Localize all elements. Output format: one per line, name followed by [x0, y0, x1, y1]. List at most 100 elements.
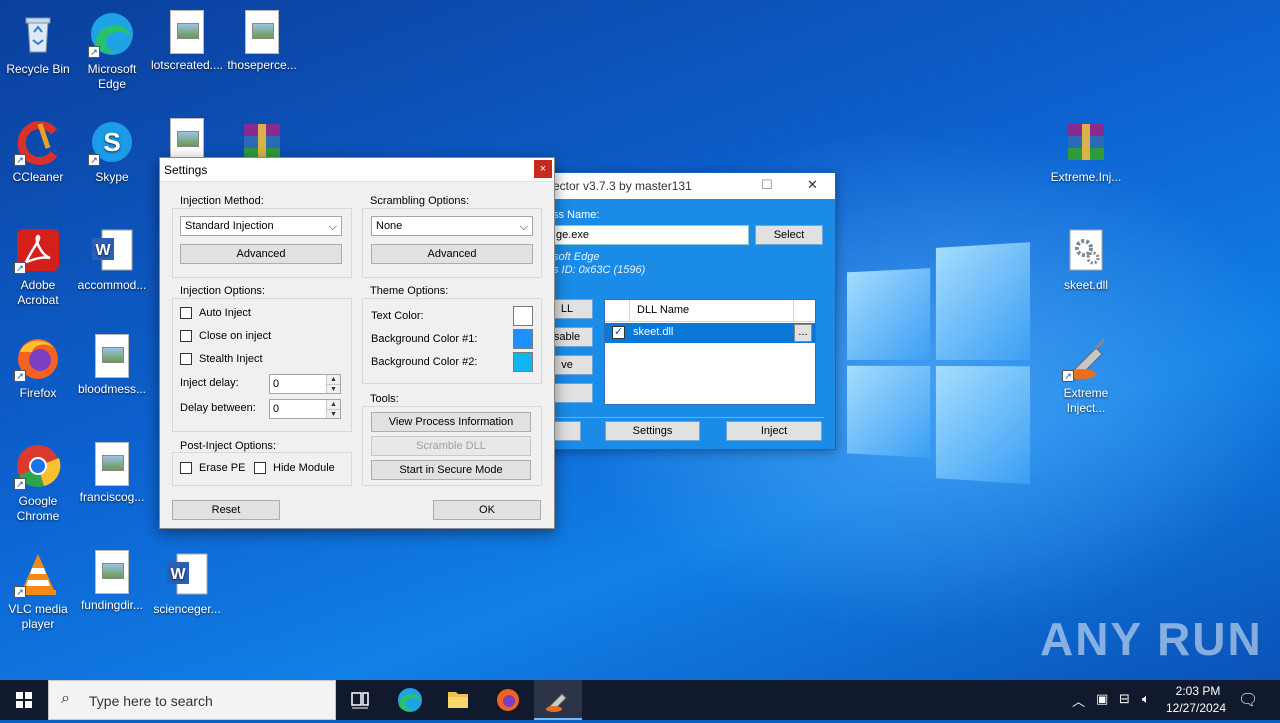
injector-titlebar[interactable]: ector v3.7.3 by master131 ☐ ✕ [541, 173, 835, 199]
injection-method-label: Injection Method: [178, 195, 266, 207]
desktop-icon-file[interactable]: lotscreated.... [149, 6, 225, 73]
task-view-icon [351, 692, 369, 709]
word-doc-icon: W [88, 226, 136, 274]
theme-options-label: Theme Options: [368, 285, 451, 297]
taskbar-extreme-injector[interactable] [534, 680, 582, 720]
ccleaner-icon: ↗ [14, 118, 62, 166]
text-color-swatch[interactable] [513, 306, 533, 326]
chrome-icon: ↗ [14, 442, 62, 490]
search-placeholder: Type here to search [89, 693, 213, 709]
desktop-icon-ccleaner[interactable]: ↗ CCleaner [0, 114, 76, 185]
dll-list[interactable]: DLL Name ✓ skeet.dll ... [604, 299, 816, 405]
inject-button[interactable]: Inject [726, 421, 822, 441]
maximize-icon[interactable]: ☐ [761, 177, 773, 193]
desktop-icon-skype[interactable]: S ↗ Skype [74, 114, 150, 185]
image-file-icon [170, 118, 204, 162]
desktop-icon-firefox[interactable]: ↗ Firefox [0, 330, 76, 401]
taskbar-firefox[interactable] [484, 680, 532, 720]
process-info-name: soft Edge [553, 251, 600, 263]
settings-titlebar[interactable]: Settings × [160, 158, 554, 182]
dll-list-row[interactable]: ✓ skeet.dll ... [605, 323, 815, 343]
stepper-up-icon[interactable]: ▲ [326, 400, 340, 409]
anyrun-watermark: ANY RUN [1040, 613, 1263, 665]
stepper-up-icon[interactable]: ▲ [326, 375, 340, 384]
desktop-icon-vlc[interactable]: ↗ VLC media player [0, 546, 76, 632]
injector-window[interactable]: ector v3.7.3 by master131 ☐ ✕ ss Name: g… [540, 172, 836, 450]
post-inject-label: Post-Inject Options: [178, 440, 278, 452]
ok-button[interactable]: OK [433, 500, 541, 520]
background-color-2-label: Background Color #2: [371, 356, 478, 368]
taskbar: ⌕ Type here to search ︿ ▣ ⊟ 🔈︎ 2:03 PM 1… [0, 680, 1280, 720]
word-doc-icon: W [163, 550, 211, 598]
clock-time[interactable]: 2:03 PM [1170, 684, 1226, 698]
taskbar-edge[interactable] [386, 680, 434, 720]
close-icon[interactable]: × [534, 160, 552, 178]
scrambling-advanced-button[interactable]: Advanced [371, 244, 533, 264]
stepper-down-icon[interactable]: ▼ [326, 409, 340, 418]
tools-label: Tools: [368, 393, 401, 405]
desktop-icon-extreme-injector[interactable]: ↗ Extreme Inject... [1048, 330, 1124, 416]
task-view-button[interactable] [336, 680, 384, 720]
dll-list-header: DLL Name [605, 300, 815, 322]
svg-text:S: S [103, 127, 120, 157]
vlc-icon: ↗ [14, 550, 62, 598]
close-icon[interactable]: ✕ [807, 177, 818, 193]
stepper-down-icon[interactable]: ▼ [326, 384, 340, 393]
scrambling-select[interactable]: None ⌵ [371, 216, 533, 236]
svg-text:W: W [95, 242, 111, 259]
inject-delay-stepper[interactable]: 0 ▲ ▼ [269, 374, 341, 394]
recycle-bin-icon [14, 10, 62, 58]
select-process-button[interactable]: Select [755, 225, 823, 245]
desktop-icon-chrome[interactable]: ↗ Google Chrome [0, 438, 76, 524]
view-process-info-button[interactable]: View Process Information [371, 412, 531, 432]
desktop-icon-recycle-bin[interactable]: Recycle Bin [0, 6, 76, 77]
scramble-dll-button[interactable]: Scramble DLL [371, 436, 531, 456]
dll-row-name: skeet.dll [633, 326, 674, 338]
skype-icon: S ↗ [88, 118, 136, 166]
notification-icon[interactable]: 🗨︎ [1238, 690, 1258, 710]
dll-name-column-header: DLL Name [637, 304, 690, 316]
chevron-down-icon: ⌵ [328, 221, 337, 233]
network-icon[interactable]: ⊟ [1119, 691, 1130, 707]
edge-icon: ↗ [88, 10, 136, 58]
chevron-up-icon[interactable]: ︿ [1072, 691, 1085, 710]
desktop-icon-edge[interactable]: ↗ Microsoft Edge [74, 6, 150, 92]
desktop-icon-file[interactable]: bloodmess... [74, 330, 150, 397]
dll-browse-button[interactable]: ... [794, 324, 812, 342]
desktop-icon-winrar[interactable]: Extreme.Inj... [1048, 114, 1124, 185]
folder-icon [448, 692, 468, 708]
volume-icon[interactable]: 🔈︎ [1142, 691, 1150, 707]
taskbar-search[interactable]: ⌕ Type here to search [48, 680, 336, 720]
desktop-icon-word-doc[interactable]: W scienceger... [149, 546, 225, 617]
desktop-icon-file[interactable]: fundingdir... [74, 546, 150, 613]
firefox-icon [497, 689, 519, 711]
image-file-icon [95, 442, 129, 486]
injection-method-select[interactable]: Standard Injection ⌵ [180, 216, 342, 236]
secure-mode-button[interactable]: Start in Secure Mode [371, 460, 531, 480]
delay-between-stepper[interactable]: 0 ▲ ▼ [269, 399, 341, 419]
desktop-icon-file[interactable]: thoseperce... [224, 6, 300, 73]
desktop-icon-word-doc[interactable]: W accommod... [74, 222, 150, 293]
desktop-icon-dll[interactable]: skeet.dll [1048, 222, 1124, 293]
image-file-icon [245, 10, 279, 54]
start-button[interactable] [0, 680, 48, 720]
injection-options-label: Injection Options: [178, 285, 267, 297]
background-color-2-swatch[interactable] [513, 352, 533, 372]
injector-settings-button[interactable]: Settings [605, 421, 700, 441]
background-color-1-swatch[interactable] [513, 329, 533, 349]
taskbar-file-explorer[interactable] [434, 680, 482, 720]
process-name-label: ss Name: [553, 209, 600, 221]
image-file-icon [95, 334, 129, 378]
process-name-input[interactable]: ge.exe [551, 225, 749, 245]
device-icon[interactable]: ▣ [1096, 691, 1108, 707]
firefox-icon: ↗ [14, 334, 62, 382]
settings-title: Settings [164, 163, 208, 177]
reset-button[interactable]: Reset [172, 500, 280, 520]
dll-row-checkbox[interactable]: ✓ [612, 326, 625, 339]
injector-title: ector v3.7.3 by master131 [553, 179, 692, 193]
settings-dialog[interactable]: Settings × Injection Method: Standard In… [159, 157, 555, 529]
desktop-icon-file[interactable]: franciscog... [74, 438, 150, 505]
clock-date[interactable]: 12/27/2024 [1164, 701, 1228, 715]
injection-advanced-button[interactable]: Advanced [180, 244, 342, 264]
desktop-icon-acrobat[interactable]: ↗ Adobe Acrobat [0, 222, 76, 308]
